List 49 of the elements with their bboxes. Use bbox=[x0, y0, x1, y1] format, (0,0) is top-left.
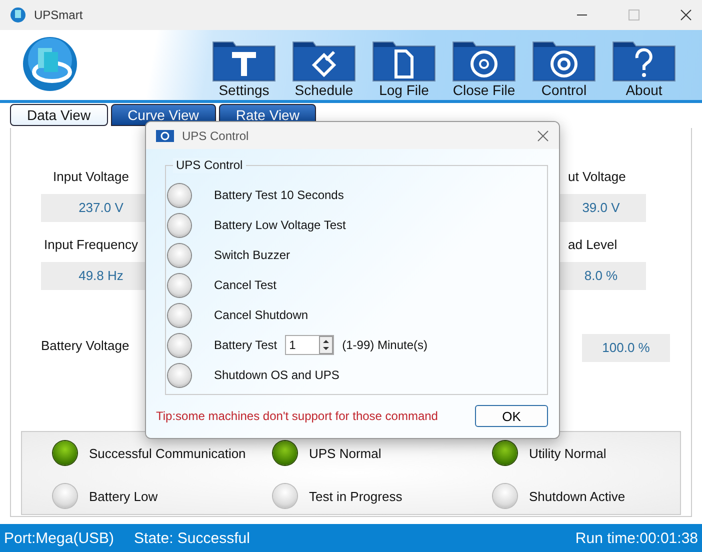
option-label: Shutdown OS and UPS bbox=[214, 368, 340, 382]
status-label: Battery Low bbox=[89, 488, 158, 504]
spin-field[interactable]: 1 bbox=[285, 335, 334, 355]
spin-arrows-icon[interactable] bbox=[319, 336, 334, 354]
reading-label: Input Frequency bbox=[43, 236, 139, 254]
reading-value: 100.0 % bbox=[582, 334, 670, 362]
state-text: State: Successful bbox=[134, 530, 250, 546]
radio-button[interactable] bbox=[168, 184, 191, 206]
status-label: UPS Normal bbox=[309, 446, 382, 460]
tab[interactable]: Data View bbox=[10, 104, 108, 126]
toolbar-button[interactable]: About bbox=[612, 38, 676, 99]
option-label: Battery Low Voltage Test bbox=[214, 218, 346, 232]
option-label: Cancel Test bbox=[214, 278, 276, 292]
status-label: Utility Normal bbox=[529, 446, 606, 460]
radio-button[interactable] bbox=[168, 334, 191, 356]
port-text: Port:Mega(USB) bbox=[4, 530, 114, 546]
option-label: Switch Buzzer bbox=[214, 248, 290, 262]
toolbar-button[interactable]: Close File bbox=[452, 38, 516, 99]
status-label: Test in Progress bbox=[309, 488, 402, 504]
close-icon[interactable] bbox=[680, 9, 692, 21]
logo-icon bbox=[22, 36, 78, 92]
dialog-title: UPS Control bbox=[182, 128, 249, 142]
toolbar-button[interactable]: Log File bbox=[372, 38, 436, 99]
maximize-icon[interactable] bbox=[628, 9, 640, 21]
status-label: Successful Communication bbox=[89, 446, 246, 460]
close-icon[interactable] bbox=[537, 130, 549, 142]
toolbar-button[interactable]: Control bbox=[532, 38, 596, 99]
app-icon bbox=[10, 7, 26, 23]
reading-label: Battery Voltage bbox=[41, 338, 130, 353]
group-title: UPS Control bbox=[173, 158, 246, 173]
run-time-text: Run time:00:01:38 bbox=[575, 530, 698, 546]
radio-button[interactable] bbox=[168, 364, 191, 386]
option-label: Battery Test bbox=[214, 338, 278, 352]
ok-button[interactable]: OK bbox=[475, 405, 548, 427]
reading-label: ad Level bbox=[567, 236, 618, 254]
radio-button[interactable] bbox=[168, 244, 191, 266]
reading-label: Input Voltage bbox=[52, 168, 130, 186]
status-label: Shutdown Active bbox=[529, 488, 626, 504]
tip-text: Tip:some machines don't support for those command bbox=[156, 409, 438, 423]
radio-button[interactable] bbox=[168, 304, 191, 326]
option-label: Cancel Shutdown bbox=[214, 308, 308, 322]
reading-label: ut Voltage bbox=[567, 168, 627, 186]
radio-button[interactable] bbox=[168, 274, 191, 296]
toolbar-button[interactable]: Schedule bbox=[292, 38, 356, 99]
radio-button[interactable] bbox=[168, 214, 191, 236]
option-label: Battery Test 10 Seconds bbox=[214, 188, 344, 202]
window-title: UPSmart bbox=[34, 8, 83, 22]
toolbar-button[interactable]: Settings bbox=[212, 38, 276, 99]
option-label: (1-99) Minute(s) bbox=[342, 338, 428, 352]
